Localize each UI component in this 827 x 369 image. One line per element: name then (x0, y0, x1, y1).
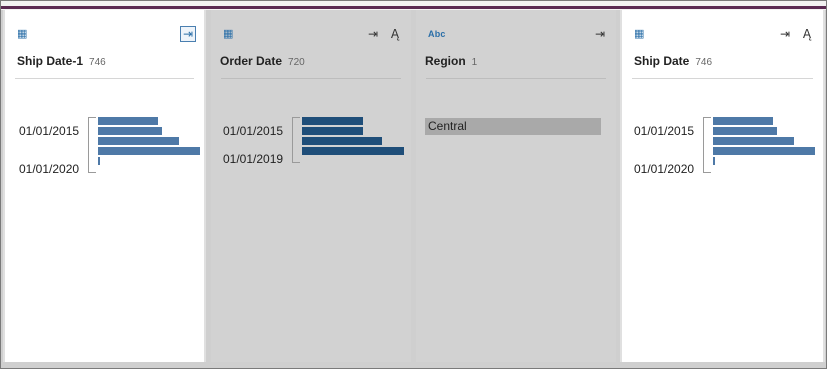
card-title: Ship Date 746 (634, 54, 712, 68)
axis-label-end: 01/01/2020 (19, 162, 80, 176)
card-actions: ⇥ (592, 26, 608, 42)
axis-label-start: 01/01/2015 (19, 124, 80, 138)
range-bracket (88, 117, 96, 173)
field-export-icon[interactable]: ⇥ (777, 26, 793, 42)
profile-card-ship-date[interactable]: ▦ ⇥ Ą Ship Date 746 01/01/2015 01/01/2020 (620, 10, 825, 362)
field-export-icon[interactable]: ⇥ (180, 26, 196, 42)
profile-pane: ▦ ⇥ Ship Date-1 746 01/01/2015 01/01/2020… (0, 0, 827, 369)
histogram-bar[interactable] (98, 117, 158, 125)
axis-label-start: 01/01/2015 (634, 124, 695, 138)
range-bracket (292, 117, 300, 163)
clean-icon[interactable]: Ą (799, 26, 815, 42)
field-count: 746 (89, 57, 106, 68)
axis-label-start: 01/01/2015 (223, 124, 284, 138)
histogram-bar[interactable] (302, 117, 363, 125)
field-name: Ship Date-1 (17, 54, 84, 68)
card-title: Region 1 (425, 54, 477, 68)
histogram-bar[interactable] (713, 147, 815, 155)
field-name: Ship Date (634, 54, 690, 68)
profile-card-region[interactable]: Abc ⇥ Region 1 Central (416, 10, 616, 362)
card-title: Ship Date-1 746 (17, 54, 106, 68)
axis-label-end: 01/01/2019 (223, 152, 284, 166)
histogram-bar[interactable] (98, 137, 179, 145)
field-export-icon[interactable]: ⇥ (365, 26, 381, 42)
abc-icon: Abc (428, 29, 446, 39)
calendar-icon: ▦ (17, 27, 28, 40)
card-title: Order Date 720 (220, 54, 305, 68)
histogram-bar[interactable] (713, 157, 715, 165)
field-count: 746 (695, 57, 713, 68)
field-export-icon[interactable]: ⇥ (592, 26, 608, 42)
histogram-bar[interactable] (98, 157, 100, 165)
field-count: 720 (288, 57, 305, 68)
profile-card-order-date[interactable]: ▦ ⇥ Ą Order Date 720 01/01/2015 01/01/201… (211, 10, 411, 362)
histogram-bar[interactable] (713, 117, 773, 125)
divider (15, 78, 194, 79)
axis-label-end: 01/01/2020 (634, 162, 695, 176)
field-name: Region (425, 54, 466, 68)
histogram-bar[interactable] (302, 147, 404, 155)
divider (221, 78, 401, 79)
card-actions: ⇥ Ą (777, 26, 815, 42)
category-label: Central (428, 119, 467, 133)
field-name: Order Date (220, 54, 283, 68)
divider (632, 78, 813, 79)
histogram-bar[interactable] (713, 137, 794, 145)
divider (426, 78, 606, 79)
card-actions: ⇥ Ą (365, 26, 403, 42)
calendar-icon: ▦ (223, 27, 234, 40)
histogram-bar[interactable] (302, 137, 382, 145)
profile-card-ship-date-1[interactable]: ▦ ⇥ Ship Date-1 746 01/01/2015 01/01/2020 (3, 10, 206, 362)
field-count: 1 (471, 57, 478, 68)
histogram-bar[interactable] (98, 147, 200, 155)
calendar-icon: ▦ (634, 27, 645, 40)
histogram-bar[interactable] (713, 127, 777, 135)
histogram-bar[interactable] (98, 127, 162, 135)
histogram-bar[interactable] (302, 127, 363, 135)
range-bracket (703, 117, 711, 173)
top-accent-bar (1, 6, 826, 9)
clean-icon[interactable]: Ą (387, 26, 403, 42)
card-actions: ⇥ (180, 26, 196, 42)
category-bar-central[interactable]: Central (425, 118, 601, 135)
